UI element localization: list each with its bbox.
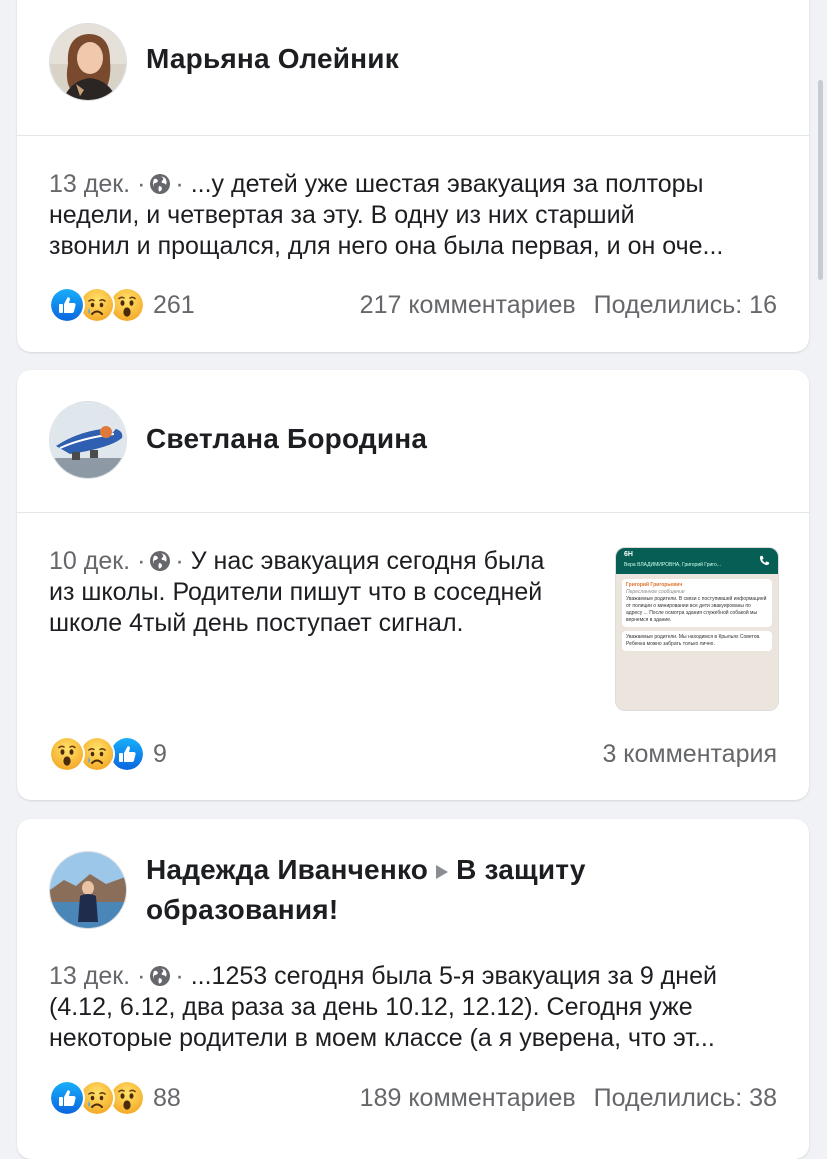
- like-icon: [49, 287, 85, 323]
- chat-name: 6Н: [624, 551, 633, 558]
- text-line: (4.12, 6.12, два раза за день 10.12, 12.…: [49, 993, 693, 1021]
- separator: ·: [137, 962, 146, 990]
- reactions-summary[interactable]: 261: [49, 285, 195, 325]
- post-card[interactable]: Светлана Бородина 10 дек. · · У нас эваку…: [17, 370, 809, 800]
- text-line: некоторые родители в моем классе (а я ув…: [49, 1024, 715, 1052]
- reactions-summary[interactable]: 88: [49, 1078, 181, 1118]
- post-footer: 9 3 комментария: [49, 734, 777, 774]
- wow-icon: [49, 736, 85, 772]
- reaction-count: 88: [153, 1083, 181, 1112]
- text-line: У нас эвакуация сегодня была: [190, 547, 545, 575]
- group-name-line2[interactable]: образования!: [146, 890, 766, 930]
- message-sender: Григорий Григорьевич: [626, 582, 683, 588]
- author-name-text[interactable]: Надежда Иванченко: [146, 854, 428, 885]
- post-date[interactable]: 13 дек.: [49, 170, 130, 198]
- text-line: звонил и прощался, для него она была пер…: [49, 232, 724, 260]
- chat-members: Вера ВЛАДИМИРОВНА, Григорий Григо...: [624, 562, 721, 568]
- text-line: из школы. Родители пишут что в соседней: [49, 578, 543, 606]
- reaction-count: 9: [153, 739, 167, 768]
- post-text[interactable]: 13 дек. · · ...у детей уже шестая эвакуац…: [49, 169, 723, 262]
- author-avatar[interactable]: [49, 401, 127, 479]
- separator: ·: [175, 962, 184, 990]
- text-line: школе 4тый день поступает сигнал.: [49, 609, 464, 637]
- author-avatar[interactable]: [49, 23, 127, 101]
- separator: ·: [175, 170, 184, 198]
- attached-image[interactable]: 6Н Вера ВЛАДИМИРОВНА, Григорий Григо... …: [615, 547, 779, 711]
- divider: [17, 135, 809, 136]
- globe-icon: [149, 173, 171, 195]
- message-text: Уважаемые родители. В связи с поступивше…: [626, 596, 767, 623]
- phone-icon: [759, 555, 770, 566]
- separator: ·: [137, 547, 146, 575]
- comments-link[interactable]: 217 комментариев: [360, 291, 576, 319]
- globe-icon: [149, 965, 171, 987]
- text-line: ...у детей уже шестая эвакуация за полто…: [190, 170, 704, 198]
- globe-icon: [149, 550, 171, 572]
- group-name[interactable]: В защиту: [456, 854, 586, 885]
- comments-link[interactable]: 3 комментария: [602, 740, 777, 768]
- text-line: недели, и четвертая за эту. В одну из ни…: [49, 201, 635, 229]
- shares-link[interactable]: Поделились: 16: [594, 291, 777, 319]
- post-footer: 261 217 комментариев Поделились: 16: [49, 285, 777, 325]
- author-name[interactable]: Марьяна Олейник: [146, 39, 399, 79]
- message-text: Уважаемые родители. Мы находимся в Крыль…: [626, 634, 761, 647]
- play-arrow-icon: [436, 864, 449, 879]
- post-footer: 88 189 комментариев Поделились: 38: [49, 1078, 777, 1118]
- shares-link[interactable]: Поделились: 38: [594, 1084, 777, 1112]
- author-name[interactable]: Надежда Иванченко В защиту образования!: [146, 850, 766, 930]
- reaction-count: 261: [153, 290, 195, 319]
- post-card[interactable]: Марьяна Олейник 13 дек. · · ...у детей уж…: [17, 0, 809, 352]
- post-date[interactable]: 13 дек.: [49, 962, 130, 990]
- text-line: ...1253 сегодня была 5-я эвакуация за 9 …: [190, 962, 717, 990]
- post-card[interactable]: Надежда Иванченко В защиту образования! 1…: [17, 819, 809, 1159]
- post-date[interactable]: 10 дек.: [49, 547, 130, 575]
- forwarded-label: Пересланное сообщение: [626, 589, 685, 595]
- comments-link[interactable]: 189 комментариев: [360, 1084, 576, 1112]
- post-text[interactable]: 10 дек. · · У нас эвакуация сегодня была …: [49, 546, 544, 639]
- like-icon: [49, 1080, 85, 1116]
- separator: ·: [175, 547, 184, 575]
- separator: ·: [137, 170, 146, 198]
- chat-message: Григорий Григорьевич Пересланное сообщен…: [622, 579, 772, 627]
- divider: [17, 512, 809, 513]
- scrollbar[interactable]: [818, 80, 823, 280]
- author-name[interactable]: Светлана Бородина: [146, 419, 427, 459]
- chat-header: 6Н Вера ВЛАДИМИРОВНА, Григорий Григо...: [616, 548, 778, 574]
- reactions-summary[interactable]: 9: [49, 734, 167, 774]
- author-avatar[interactable]: [49, 851, 127, 929]
- post-text[interactable]: 13 дек. · · ...1253 сегодня была 5-я эвак…: [49, 961, 717, 1054]
- chat-message: Уважаемые родители. Мы находимся в Крыль…: [622, 631, 772, 651]
